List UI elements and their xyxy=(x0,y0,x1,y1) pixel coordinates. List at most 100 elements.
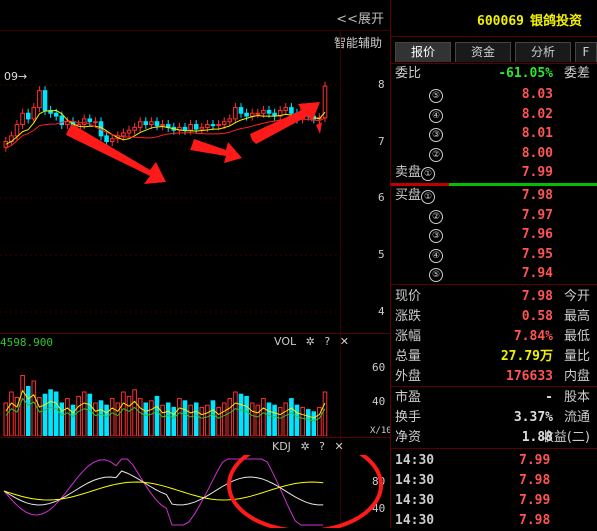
candle xyxy=(31,107,37,120)
volume-bar xyxy=(76,395,81,436)
row-label: ④ xyxy=(395,245,443,265)
volume-bar xyxy=(177,398,182,436)
row-label: ③ xyxy=(395,124,443,144)
vol-tick: 40 xyxy=(372,395,386,408)
row-label: 买盘 ① xyxy=(395,186,436,206)
smart-assist-button[interactable]: 智能辅助 xyxy=(334,34,382,51)
arrow-down-1 xyxy=(66,124,166,184)
stat-row: 涨幅 7.84% 最低 xyxy=(391,327,597,347)
row-label: 净资 xyxy=(395,430,422,445)
candlestick-chart[interactable] xyxy=(0,30,340,332)
row-label-right: 量比 xyxy=(563,349,590,364)
tick-price: 7.98 xyxy=(519,473,551,488)
volume-bar xyxy=(249,402,255,436)
volume-bar xyxy=(300,406,305,436)
candle xyxy=(149,121,154,126)
candle xyxy=(216,124,221,127)
buy-level-1: 买盘 ① 7.98 xyxy=(391,186,597,206)
stat-row: 总量 27.79万 量比 xyxy=(391,347,597,367)
volume-bar xyxy=(289,398,294,436)
tab-more[interactable]: F xyxy=(575,42,597,62)
candle xyxy=(221,121,227,126)
weicha-label: 委差 xyxy=(563,66,590,81)
row-value: 7.98 xyxy=(521,188,553,203)
volume-bar xyxy=(311,411,317,436)
tab-quote[interactable]: 报价 xyxy=(395,42,451,62)
candle xyxy=(238,107,244,114)
close-icon[interactable]: ✕ xyxy=(340,335,349,348)
quote-tabs: 报价 资金 分析 F xyxy=(391,42,597,62)
help-icon[interactable]: ? xyxy=(319,440,325,453)
tab-analysis[interactable]: 分析 xyxy=(515,42,571,62)
gear-icon[interactable]: ✲ xyxy=(306,335,315,348)
close-icon[interactable]: ✕ xyxy=(335,440,344,453)
row-label: ② xyxy=(395,144,443,164)
row-value: 7.84% xyxy=(513,329,553,344)
volume-bar xyxy=(188,404,193,436)
buy-level-2: ② 7.97 xyxy=(391,206,597,226)
price-tick: 7 xyxy=(378,135,385,148)
vol-title: VOL xyxy=(274,335,297,348)
volume-bar xyxy=(216,406,221,436)
volume-bar xyxy=(48,389,53,436)
volume-bar xyxy=(171,406,177,436)
volume-bar xyxy=(115,402,121,436)
volume-bar xyxy=(261,398,266,436)
chart-area[interactable]: <<展开 智能辅助 09→ 8 7 6 5 4 4598.900 VOL ✲ ?… xyxy=(0,0,392,528)
candle xyxy=(205,124,210,128)
volume-bar xyxy=(132,389,137,436)
kdj-chart[interactable] xyxy=(0,455,390,528)
axis-divider xyxy=(340,30,341,528)
candle xyxy=(81,118,87,126)
row-label: 外盘 xyxy=(395,369,422,384)
row-label: 换手 xyxy=(395,410,422,425)
volume-bar xyxy=(31,380,37,436)
weibi-label: 委比 xyxy=(395,66,422,81)
tick-price: 7.98 xyxy=(519,513,551,528)
expand-button[interactable]: <<展开 xyxy=(336,8,384,27)
volume-bar xyxy=(160,404,165,436)
tick-time: 14:30 xyxy=(395,513,435,528)
stock-name: 银鸽投资 xyxy=(529,14,582,29)
stat-row: 市盈 - 股本 xyxy=(391,388,597,408)
kdj-title: KDJ xyxy=(272,440,291,453)
volume-bar xyxy=(104,404,109,436)
row-value: 8.01 xyxy=(521,126,553,141)
candle xyxy=(87,118,93,123)
candle xyxy=(182,126,188,131)
volume-bar xyxy=(227,398,233,436)
volume-bar xyxy=(3,402,9,436)
row-label: 市盈 xyxy=(395,390,422,405)
row-label: 总量 xyxy=(395,349,422,364)
row-label-right: 内盘 xyxy=(563,369,590,384)
row-value: 7.95 xyxy=(521,246,553,262)
tick-row: 14:30 7.99 xyxy=(391,451,597,471)
row-value: 0.58 xyxy=(521,309,553,324)
gear-icon[interactable]: ✲ xyxy=(300,440,309,453)
help-icon[interactable]: ? xyxy=(324,335,330,348)
row-label: ⑤ xyxy=(395,85,443,105)
vol-tick: 60 xyxy=(372,361,386,374)
candle xyxy=(289,107,294,114)
row-label-right: 今开 xyxy=(563,289,590,304)
volume-bar xyxy=(121,391,126,436)
volume-chart[interactable] xyxy=(0,350,340,436)
price-tick: 4 xyxy=(378,305,385,318)
volume-bar xyxy=(126,395,132,436)
volume-bar xyxy=(109,398,115,436)
volume-bar xyxy=(322,391,328,436)
volume-bar xyxy=(149,400,154,436)
volume-bar xyxy=(42,393,48,436)
volume-bar xyxy=(199,406,205,436)
stat-row: 现价 7.98 今开 xyxy=(391,287,597,307)
row-value: 176633 xyxy=(506,369,553,384)
volume-bar xyxy=(53,391,59,436)
candle xyxy=(104,135,109,142)
sell-level-2: ② 8.00 xyxy=(391,144,597,164)
chart-toolbar: <<展开 xyxy=(0,0,390,31)
row-label: ⑤ xyxy=(395,264,443,284)
volume-bar xyxy=(182,400,188,436)
row-value: 27.79万 xyxy=(500,349,553,364)
row-value: 7.96 xyxy=(521,227,553,242)
tab-funds[interactable]: 资金 xyxy=(455,42,511,62)
